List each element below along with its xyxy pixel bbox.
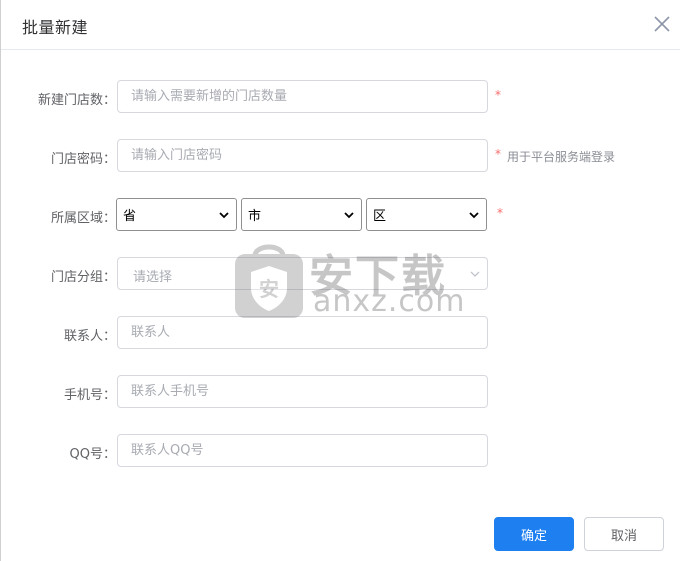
dialog-header: 批量新建 <box>1 0 680 50</box>
phone-label: 手机号： <box>63 388 116 403</box>
batch-create-dialog: 批量新建 新建门店数： * 门店密码： * 用于平台服务端登录 所属区域： 省 … <box>0 0 680 561</box>
cancel-button[interactable]: 取消 <box>584 517 664 551</box>
form-row-store-password: 门店密码： * 用于平台服务端登录 <box>1 139 680 173</box>
store-count-input[interactable] <box>117 80 488 113</box>
region-label: 所属区域： <box>50 211 116 226</box>
form-row-contact: 联系人： <box>1 316 680 350</box>
store-group-label: 门店分组： <box>50 270 116 285</box>
city-select[interactable]: 市 <box>241 198 362 231</box>
required-mark: * <box>495 88 501 102</box>
contact-label: 联系人： <box>63 329 116 344</box>
chevron-down-icon <box>470 271 480 277</box>
qq-input[interactable] <box>117 434 488 467</box>
province-value: 省 <box>123 209 137 224</box>
contact-input[interactable] <box>117 316 488 349</box>
chevron-down-icon <box>344 211 354 218</box>
required-mark: * <box>495 147 501 161</box>
city-value: 市 <box>248 209 262 224</box>
form-row-phone: 手机号： <box>1 375 680 409</box>
chevron-down-icon <box>469 211 479 218</box>
province-select[interactable]: 省 <box>116 198 237 231</box>
store-count-label: 新建门店数： <box>37 93 116 108</box>
close-icon[interactable] <box>650 12 674 36</box>
district-select[interactable]: 区 <box>366 198 487 231</box>
district-value: 区 <box>373 209 387 224</box>
store-group-placeholder: 请选择 <box>133 270 173 285</box>
required-mark: * <box>497 206 503 220</box>
form-row-store-count: 新建门店数： * <box>1 80 680 114</box>
confirm-button[interactable]: 确定 <box>494 517 574 551</box>
store-password-input[interactable] <box>117 139 488 172</box>
chevron-down-icon <box>219 211 229 218</box>
form-row-store-group: 门店分组： 请选择 <box>1 257 680 291</box>
form-row-region: 所属区域： 省 市 区 * <box>1 198 680 232</box>
form-row-qq: QQ号： <box>1 434 680 468</box>
store-group-select[interactable]: 请选择 <box>117 257 488 290</box>
dialog-title: 批量新建 <box>22 18 89 37</box>
qq-label: QQ号： <box>69 447 116 462</box>
password-hint: 用于平台服务端登录 <box>507 150 616 164</box>
store-password-label: 门店密码： <box>50 152 116 167</box>
phone-input[interactable] <box>117 375 488 408</box>
